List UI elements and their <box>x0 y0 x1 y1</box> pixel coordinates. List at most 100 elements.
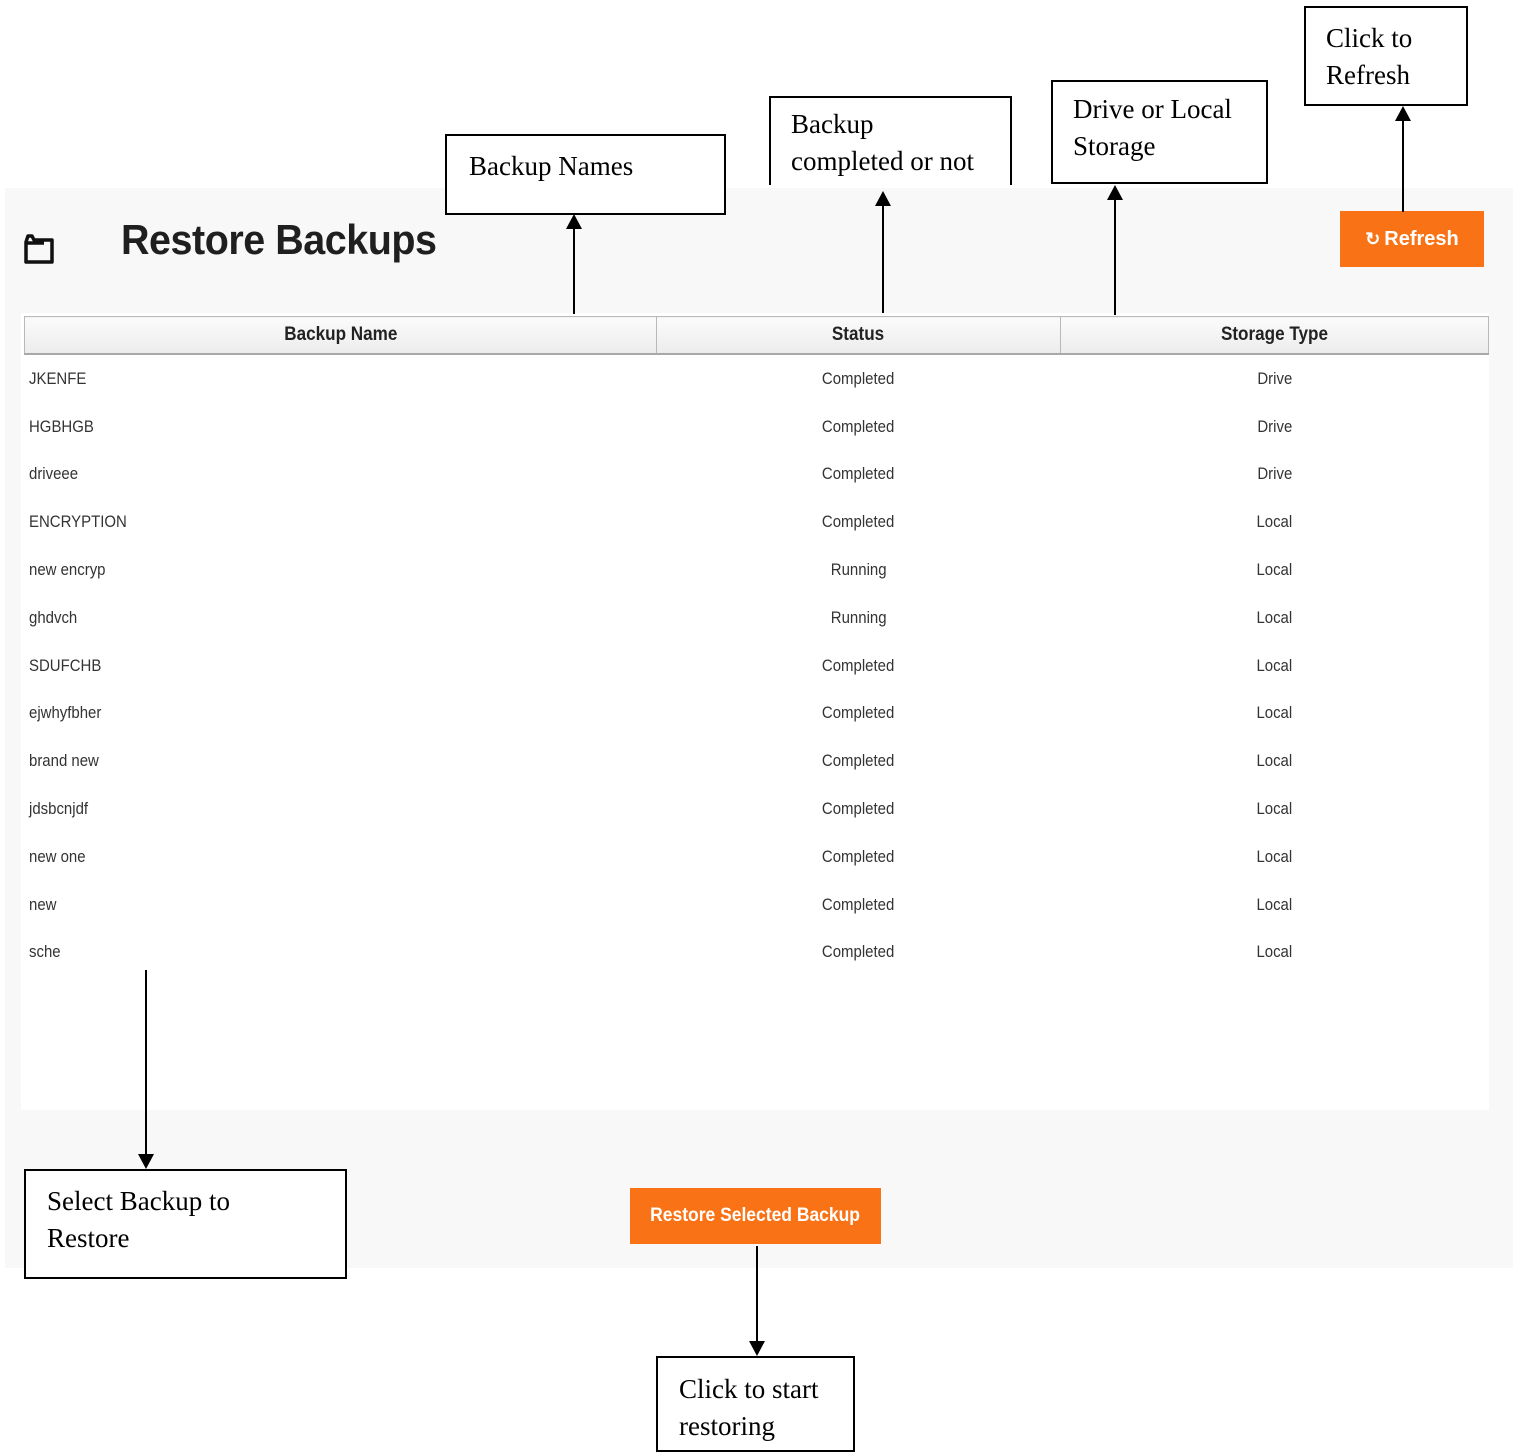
callout-text: Refresh <box>1326 60 1410 90</box>
cell-status-text: Completed <box>822 703 895 723</box>
cell-backup-name: JKENFE <box>25 354 657 403</box>
cell-backup-name-text: new encryp <box>28 560 106 580</box>
folder-icon <box>24 234 54 264</box>
callout-text: completed or not <box>791 146 974 176</box>
cell-backup-name-text: brand new <box>28 751 99 771</box>
page-title: Restore Backups <box>121 216 437 263</box>
arrow-restore <box>749 1246 765 1356</box>
table-row[interactable]: jdsbcnjdf Completed Local <box>25 785 1489 833</box>
cell-storage-type-text: Local <box>1256 607 1293 627</box>
arrow-refresh <box>1395 106 1411 212</box>
table-row[interactable]: ENCRYPTION Completed Local <box>25 498 1489 546</box>
cell-status-text: Completed <box>822 368 895 388</box>
cell-status: Completed <box>657 737 1061 785</box>
callout-storage: Drive or Local Storage <box>1051 80 1268 184</box>
cell-status: Completed <box>657 403 1061 451</box>
cell-storage-type: Local <box>1061 785 1489 833</box>
cell-backup-name-text: driveee <box>28 464 78 484</box>
table-row[interactable]: JKENFE Completed Drive <box>25 354 1489 403</box>
cell-backup-name-text: jdsbcnjdf <box>28 799 88 819</box>
restore-button-label: Restore Selected Backup <box>650 1205 861 1226</box>
cell-storage-type-text: Drive <box>1257 368 1292 388</box>
cell-status-text: Completed <box>822 894 895 914</box>
cell-backup-name: sche <box>25 929 657 977</box>
cell-storage-type: Local <box>1061 833 1489 881</box>
cell-status: Completed <box>657 881 1061 929</box>
callout-text: Restore <box>47 1223 130 1253</box>
table-row[interactable]: new one Completed Local <box>25 833 1489 881</box>
refresh-icon: ↻ <box>1365 228 1381 249</box>
cell-backup-name: jdsbcnjdf <box>25 785 657 833</box>
cell-backup-name-text: JKENFE <box>28 368 86 388</box>
column-header-storage-type[interactable]: Storage Type <box>1060 316 1489 355</box>
cell-storage-type: Local <box>1061 642 1489 690</box>
cell-storage-type: Drive <box>1061 403 1489 451</box>
cell-storage-type-text: Local <box>1256 751 1293 771</box>
cell-backup-name-text: HGBHGB <box>28 416 94 436</box>
cell-storage-type-text: Drive <box>1257 416 1292 436</box>
cell-storage-type-text: Local <box>1256 512 1293 532</box>
callout-text: Click to start <box>679 1374 819 1404</box>
cell-status-text: Completed <box>822 416 895 436</box>
callout-text: Backup Names <box>469 151 634 181</box>
cell-backup-name: driveee <box>25 451 657 499</box>
cell-storage-type-text: Local <box>1256 560 1293 580</box>
cell-storage-type: Local <box>1061 498 1489 546</box>
table-row[interactable]: brand new Completed Local <box>25 737 1489 785</box>
cell-status: Completed <box>657 498 1061 546</box>
callout-status: Backup completed or not <box>769 96 1012 185</box>
refresh-button[interactable]: ↻ Refresh <box>1340 211 1484 267</box>
table-row[interactable]: driveee Completed Drive <box>25 451 1489 499</box>
cell-backup-name: new one <box>25 833 657 881</box>
cell-storage-type: Drive <box>1061 451 1489 499</box>
cell-storage-type: Drive <box>1061 354 1489 403</box>
cell-backup-name-text: new one <box>28 846 86 866</box>
cell-storage-type-text: Local <box>1256 894 1293 914</box>
callout-text: Storage <box>1073 131 1156 161</box>
cell-storage-type-text: Drive <box>1257 464 1292 484</box>
cell-backup-name-text: ejwhyfbher <box>28 703 101 723</box>
cell-storage-type: Local <box>1061 690 1489 738</box>
callout-select-backup: Select Backup to Restore <box>24 1169 347 1279</box>
table-row[interactable]: SDUFCHB Completed Local <box>25 642 1489 690</box>
callout-restore: Click to start restoring <box>656 1356 855 1452</box>
cell-storage-type: Local <box>1061 881 1489 929</box>
cell-status-text: Completed <box>822 942 895 962</box>
backups-table: Backup Name Status Storage Type JKENFE Co… <box>24 316 1489 976</box>
table-row[interactable]: sche Completed Local <box>25 929 1489 977</box>
cell-backup-name: ejwhyfbher <box>25 690 657 738</box>
cell-storage-type: Local <box>1061 929 1489 977</box>
callout-text: Select Backup to <box>47 1186 230 1216</box>
table-row[interactable]: ghdvch Running Local <box>25 594 1489 642</box>
cell-status: Running <box>657 546 1061 594</box>
restore-selected-backup-button[interactable]: Restore Selected Backup <box>630 1188 881 1244</box>
column-header-label: Backup Name <box>283 324 398 345</box>
cell-status-text: Completed <box>822 751 895 771</box>
column-header-backup-name[interactable]: Backup Name <box>24 316 657 355</box>
table-row[interactable]: ejwhyfbher Completed Local <box>25 690 1489 738</box>
table-row[interactable]: new encryp Running Local <box>25 546 1489 594</box>
cell-status: Running <box>657 594 1061 642</box>
table-row[interactable]: HGBHGB Completed Drive <box>25 403 1489 451</box>
cell-status-text: Running <box>830 560 887 580</box>
cell-backup-name-text: ghdvch <box>28 607 77 627</box>
cell-status: Completed <box>657 929 1061 977</box>
cell-status: Completed <box>657 354 1061 403</box>
cell-storage-type-text: Local <box>1256 655 1293 675</box>
cell-backup-name: HGBHGB <box>25 403 657 451</box>
cell-status-text: Completed <box>822 512 895 532</box>
column-header-status[interactable]: Status <box>656 316 1061 355</box>
cell-backup-name: new encryp <box>25 546 657 594</box>
cell-backup-name: brand new <box>25 737 657 785</box>
cell-storage-type: Local <box>1061 737 1489 785</box>
column-header-label: Storage Type <box>1220 324 1329 345</box>
cell-status: Completed <box>657 833 1061 881</box>
table-row[interactable]: new Completed Local <box>25 881 1489 929</box>
refresh-label: Refresh <box>1384 227 1459 250</box>
callout-text: Backup <box>791 109 874 139</box>
callout-text: Click to <box>1326 23 1413 53</box>
callout-text: restoring <box>679 1411 775 1441</box>
table-header-row: Backup Name Status Storage Type <box>24 316 1489 355</box>
callout-text: Drive or Local <box>1073 94 1232 124</box>
cell-storage-type: Local <box>1061 594 1489 642</box>
